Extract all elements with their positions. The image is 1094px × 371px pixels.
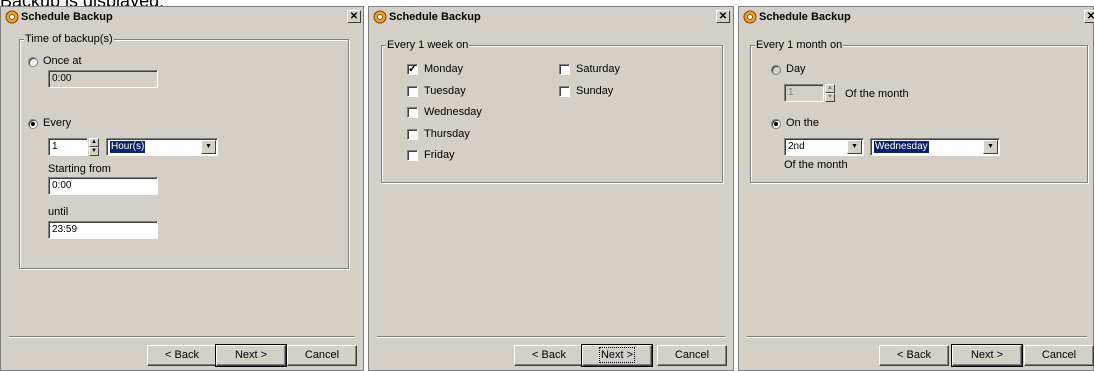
weekday-value: Wednesday [874, 141, 929, 153]
starting-from-label: Starting from [48, 163, 111, 175]
back-button[interactable]: < Back [147, 345, 217, 366]
separator [9, 336, 355, 338]
schedule-backup-dialog-time: Schedule Backup ✕ Time of backup(s) Once… [0, 6, 364, 371]
day-label[interactable]: Wednesday [424, 106, 482, 118]
once-at-time-field[interactable]: 0:00 [48, 70, 158, 88]
day-label[interactable]: Tuesday [424, 85, 466, 97]
schedule-backup-dialog-monthly: Schedule Backup ✕ Every 1 month on Day 1… [738, 6, 1094, 371]
ordinal-select[interactable]: 2nd ▼ [784, 138, 864, 156]
day-checkbox[interactable] [407, 62, 418, 75]
day-radio[interactable] [771, 65, 781, 75]
every-interval-field[interactable]: 1 [48, 138, 88, 156]
next-button[interactable]: Next > [951, 344, 1023, 367]
separator [747, 336, 1087, 338]
day-label[interactable]: Day [786, 63, 806, 75]
once-at-label[interactable]: Once at [43, 55, 82, 67]
app-icon [373, 10, 387, 24]
next-button[interactable]: Next > [215, 344, 287, 367]
back-button[interactable]: < Back [879, 345, 949, 366]
app-icon [5, 10, 19, 24]
day-checkbox[interactable] [559, 86, 570, 97]
dialog-title: Schedule Backup [759, 11, 851, 23]
until-field[interactable]: 23:59 [48, 221, 158, 239]
day-label[interactable]: Thursday [424, 128, 470, 140]
spin-down-icon[interactable]: ▼ [825, 93, 835, 102]
on-the-radio[interactable] [771, 119, 781, 129]
spin-up-icon[interactable]: ▲ [825, 84, 835, 93]
day-label[interactable]: Friday [424, 149, 455, 161]
day-checkbox[interactable] [407, 129, 418, 140]
starting-from-field[interactable]: 0:00 [48, 177, 158, 195]
every-radio[interactable] [28, 119, 38, 129]
group-label: Every 1 week on [386, 39, 470, 51]
every-label[interactable]: Every [43, 117, 71, 129]
every-interval-spinner[interactable]: ▲ ▼ [89, 138, 99, 156]
app-icon [743, 10, 757, 24]
weekday-select[interactable]: Wednesday ▼ [870, 138, 1000, 156]
close-icon[interactable]: ✕ [347, 10, 361, 23]
dialog-title: Schedule Backup [389, 11, 481, 23]
cancel-button[interactable]: Cancel [1024, 345, 1094, 366]
close-icon[interactable]: ✕ [716, 10, 730, 23]
schedule-backup-dialog-weekly: Schedule Backup ✕ Every 1 week on Monday… [368, 6, 734, 371]
day-checkbox[interactable] [407, 107, 418, 118]
day-label[interactable]: Saturday [576, 63, 620, 75]
next-button[interactable]: Next > [581, 344, 653, 367]
day-number-field[interactable]: 1 [784, 84, 824, 102]
spin-down-icon[interactable]: ▼ [89, 147, 99, 156]
day-checkbox[interactable] [407, 150, 418, 161]
close-icon[interactable]: ✕ [1084, 10, 1094, 23]
dialog-title: Schedule Backup [21, 11, 113, 23]
group-label: Time of backup(s) [24, 33, 114, 45]
chevron-down-icon[interactable]: ▼ [847, 140, 862, 154]
every-unit-value: Hour(s) [110, 141, 146, 153]
group-label: Every 1 month on [755, 39, 844, 51]
once-at-radio[interactable] [28, 57, 38, 67]
every-unit-select[interactable]: Hour(s) ▼ [106, 138, 218, 156]
day-label[interactable]: Sunday [576, 85, 613, 97]
of-the-month-label: Of the month [784, 159, 848, 171]
cancel-button[interactable]: Cancel [287, 345, 357, 366]
chevron-down-icon[interactable]: ▼ [983, 140, 998, 154]
spin-up-icon[interactable]: ▲ [89, 138, 99, 147]
separator [377, 336, 725, 338]
back-button[interactable]: < Back [514, 345, 584, 366]
day-label[interactable]: Monday [424, 63, 463, 75]
title-bar[interactable]: Schedule Backup ✕ [1, 7, 363, 27]
of-the-month-label: Of the month [845, 88, 909, 100]
chevron-down-icon[interactable]: ▼ [201, 140, 216, 154]
until-label: until [48, 206, 69, 218]
title-bar[interactable]: Schedule Backup ✕ [369, 7, 733, 27]
day-checkbox[interactable] [559, 64, 570, 75]
ordinal-value: 2nd [788, 141, 805, 152]
day-checkbox[interactable] [407, 86, 418, 97]
cancel-button[interactable]: Cancel [657, 345, 727, 366]
title-bar[interactable]: Schedule Backup ✕ [739, 7, 1094, 27]
day-number-spinner[interactable]: ▲ ▼ [825, 84, 835, 102]
on-the-label[interactable]: On the [786, 117, 819, 129]
